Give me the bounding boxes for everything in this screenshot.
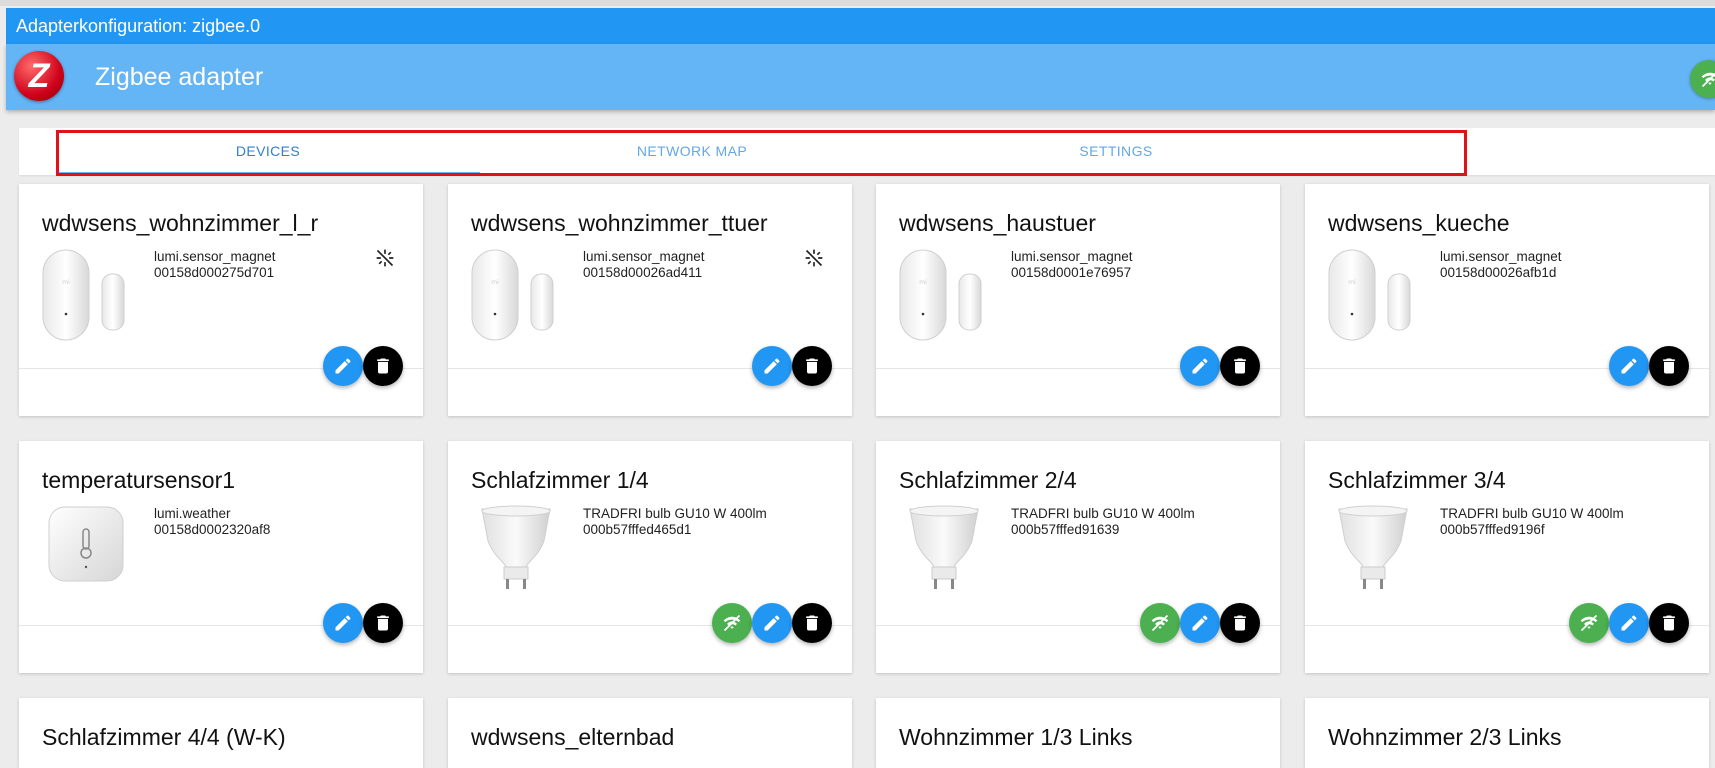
- door-sensor-image: mi: [468, 244, 568, 344]
- edit-button[interactable]: [1609, 346, 1649, 386]
- window-top-border: [0, 0, 1715, 6]
- device-name: Wohnzimmer 1/3 Links: [899, 724, 1133, 750]
- device-card[interactable]: wdwsens_haustuermi lumi.sensor_magnet 0015…: [876, 184, 1280, 416]
- delete-button[interactable]: [363, 603, 403, 643]
- device-model: TRADFRI bulb GU10 W 400lm: [583, 506, 767, 521]
- device-card[interactable]: temperatursensor1 lumi.weather 00158d00023…: [19, 441, 423, 673]
- device-model: lumi.weather: [154, 506, 231, 521]
- device-card[interactable]: Schlafzimmer 2/4 TRADFRI bulb GU10 W 400l…: [876, 441, 1280, 673]
- window-title: Adapterkonfiguration: zigbee.0: [6, 8, 1715, 44]
- device-model: TRADFRI bulb GU10 W 400lm: [1440, 506, 1624, 521]
- device-name: Schlafzimmer 3/4: [1328, 467, 1506, 493]
- edit-button[interactable]: [323, 603, 363, 643]
- app-title: Zigbee adapter: [95, 63, 264, 91]
- device-card[interactable]: Wohnzimmer 2/3 Links: [1305, 698, 1709, 768]
- device-card[interactable]: Schlafzimmer 4/4 (W-K): [19, 698, 423, 768]
- link-quality-button[interactable]: [712, 603, 752, 643]
- device-id: 000b57fffed9196f: [1440, 522, 1545, 537]
- device-model: lumi.sensor_magnet: [583, 249, 705, 264]
- gu10-bulb-image: [896, 501, 996, 601]
- device-card[interactable]: wdwsens_wohnzimmer_ttuermi lumi.sensor_ma…: [448, 184, 852, 416]
- device-card[interactable]: Schlafzimmer 3/4 TRADFRI bulb GU10 W 400l…: [1305, 441, 1709, 673]
- device-id: 00158d000275d701: [154, 265, 275, 280]
- no-link-icon: [375, 248, 395, 268]
- delete-button[interactable]: [1220, 346, 1260, 386]
- door-sensor-image: mi: [896, 244, 996, 344]
- device-model: TRADFRI bulb GU10 W 400lm: [1011, 506, 1195, 521]
- wifi-connected-icon[interactable]: [1690, 60, 1715, 98]
- device-name: wdwsens_kueche: [1328, 210, 1510, 236]
- tab-bar: DEVICES NETWORK MAP SETTINGS: [19, 128, 1715, 175]
- svg-text:mi: mi: [491, 279, 499, 286]
- weather-sensor-image: [39, 501, 139, 601]
- tab-active-indicator: [56, 172, 480, 174]
- device-id: 000b57fffed465d1: [583, 522, 692, 537]
- device-name: Schlafzimmer 2/4: [899, 467, 1077, 493]
- edit-button[interactable]: [1609, 603, 1649, 643]
- device-model: lumi.sensor_magnet: [1011, 249, 1133, 264]
- edit-button[interactable]: [752, 603, 792, 643]
- door-sensor-image: mi: [39, 244, 139, 344]
- svg-text:mi: mi: [919, 279, 927, 286]
- device-id: 00158d0001e76957: [1011, 265, 1132, 280]
- delete-button[interactable]: [792, 603, 832, 643]
- delete-button[interactable]: [1649, 346, 1689, 386]
- delete-button[interactable]: [1220, 603, 1260, 643]
- edit-button[interactable]: [752, 346, 792, 386]
- edit-button[interactable]: [323, 346, 363, 386]
- device-id: 000b57fffed91639: [1011, 522, 1120, 537]
- device-card[interactable]: Wohnzimmer 1/3 Links: [876, 698, 1280, 768]
- gu10-bulb-image: [468, 501, 568, 601]
- device-card[interactable]: wdwsens_wohnzimmer_l_rmi lumi.sensor_magn…: [19, 184, 423, 416]
- link-quality-button[interactable]: [1140, 603, 1180, 643]
- device-id: 00158d0002320af8: [154, 522, 271, 537]
- app-header: Z Zigbee adapter: [6, 44, 1715, 110]
- link-quality-button[interactable]: [1569, 603, 1609, 643]
- svg-text:mi: mi: [62, 279, 70, 286]
- edit-button[interactable]: [1180, 603, 1220, 643]
- device-name: wdwsens_elternbad: [471, 724, 675, 750]
- device-name: temperatursensor1: [42, 467, 236, 493]
- device-name: Wohnzimmer 2/3 Links: [1328, 724, 1562, 750]
- delete-button[interactable]: [1649, 603, 1689, 643]
- device-name: wdwsens_wohnzimmer_ttuer: [471, 210, 768, 236]
- device-model: lumi.sensor_magnet: [154, 249, 276, 264]
- logo-letter: Z: [28, 57, 50, 95]
- tab-settings[interactable]: SETTINGS: [904, 128, 1328, 175]
- edit-button[interactable]: [1180, 346, 1220, 386]
- no-link-icon: [804, 248, 824, 268]
- svg-text:mi: mi: [1348, 279, 1356, 286]
- tab-devices[interactable]: DEVICES: [56, 128, 480, 175]
- delete-button[interactable]: [363, 346, 403, 386]
- device-name: wdwsens_wohnzimmer_l_r: [42, 210, 319, 236]
- device-id: 00158d00026afb1d: [1440, 265, 1557, 280]
- device-name: Schlafzimmer 4/4 (W-K): [42, 724, 286, 750]
- door-sensor-image: mi: [1325, 244, 1425, 344]
- delete-button[interactable]: [792, 346, 832, 386]
- device-name: wdwsens_haustuer: [899, 210, 1096, 236]
- gu10-bulb-image: [1325, 501, 1425, 601]
- device-card[interactable]: wdwsens_elternbad: [448, 698, 852, 768]
- device-model: lumi.sensor_magnet: [1440, 249, 1562, 264]
- zigbee-logo-icon: Z: [14, 51, 64, 101]
- device-id: 00158d00026ad411: [583, 265, 703, 280]
- device-name: Schlafzimmer 1/4: [471, 467, 649, 493]
- device-card[interactable]: Schlafzimmer 1/4 TRADFRI bulb GU10 W 400l…: [448, 441, 852, 673]
- device-card[interactable]: wdwsens_kuechemi lumi.sensor_magnet 00158d…: [1305, 184, 1709, 416]
- tab-network-map[interactable]: NETWORK MAP: [480, 128, 904, 175]
